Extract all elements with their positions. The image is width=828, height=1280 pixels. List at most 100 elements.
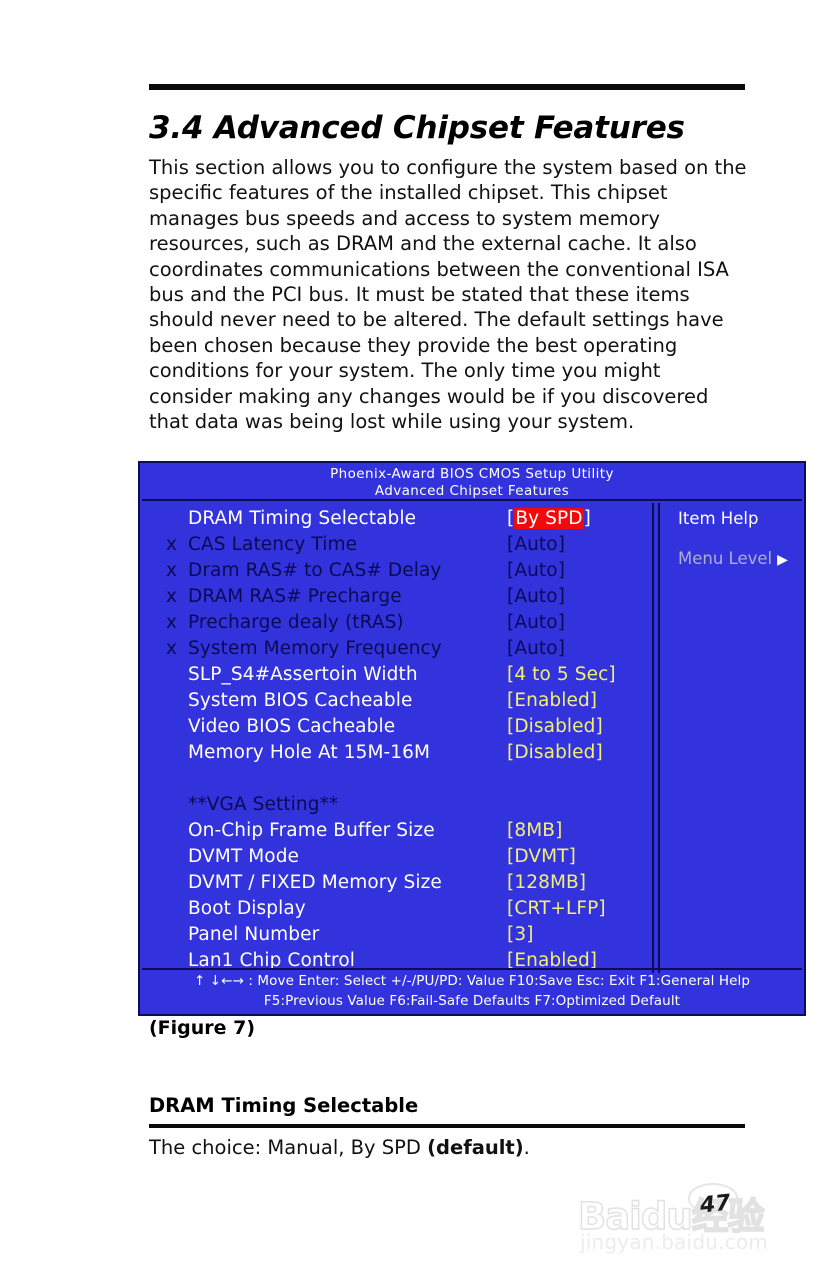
value-text: 128MB [514,872,579,893]
value-bracket-close: ] [583,508,591,529]
bios-settings-list: DRAM Timing Selectable [By SPD] x CAS Laten… [142,506,654,974]
bios-setting-row[interactable]: Memory Hole At 15M-16M [Disabled] [142,740,654,766]
value-text: DVMT [514,846,569,867]
value-text: Disabled [514,742,596,763]
bios-setting-value[interactable]: [Disabled] [507,714,603,740]
bios-key-legend: ↑ ↓←→ : Move Enter: Select +/-/PU/PD: Va… [142,968,802,1012]
bios-setting-value[interactable]: [3] [507,922,534,948]
bios-settings-panel: DRAM Timing Selectable [By SPD] x CAS Laten… [142,503,654,973]
bios-setting-value[interactable]: [Auto] [507,610,565,636]
value-bracket-close: ] [598,898,606,919]
section-heading-divider [149,1124,745,1128]
key-legend-line-2: F5:Previous Value F6:Fail-Safe Defaults … [263,993,681,1009]
value-bracket-close: ] [557,560,566,581]
section-heading: DRAM Timing Selectable [149,1094,419,1117]
bios-setting-value[interactable]: [128MB] [507,870,586,896]
bios-setting-label: System Memory Frequency [188,638,442,659]
value-text: Auto [514,534,558,555]
bios-setting-label: On-Chip Frame Buffer Size [188,820,435,841]
value-bracket-close: ] [557,534,566,555]
bios-setup-screen: Phoenix-Award BIOS CMOS Setup Utility Ad… [138,461,806,1016]
triangle-right-icon: ▶ [777,552,788,568]
bios-setting-value[interactable]: [By SPD] [507,506,591,532]
bios-setting-label: Video BIOS Cacheable [188,716,396,737]
bios-setting-value[interactable]: [DVMT] [507,844,576,870]
bios-setting-label: DVMT / FIXED Memory Size [188,872,442,893]
bios-setting-row[interactable]: x Dram RAS# to CAS# Delay [Auto] [142,558,654,584]
value-text: Auto [514,560,558,581]
page-number: 47 [698,1190,732,1219]
bios-setting-label: DVMT Mode [188,846,300,867]
bios-setting-label: SLP_S4#Assertoin Width [188,664,418,685]
bios-setting-value[interactable]: [4 to 5 Sec] [507,662,616,688]
disabled-marker: x [166,612,177,633]
value-bracket-close: ] [589,690,598,711]
bios-setting-label: CAS Latency Time [188,534,358,555]
value-bracket-close: ] [557,612,566,633]
bios-setting-value[interactable]: [Auto] [507,558,565,584]
key-legend-line-1: ↑ ↓←→ : Move Enter: Select +/-/PU/PD: Va… [193,973,751,989]
bios-setting-row[interactable]: Video BIOS Cacheable [Disabled] [142,714,654,740]
disabled-marker: x [166,560,177,581]
bios-titlebar: Phoenix-Award BIOS CMOS Setup Utility Ad… [142,465,802,501]
bios-setting-value[interactable]: [Disabled] [507,740,603,766]
disabled-marker: x [166,534,177,555]
bios-setting-row[interactable]: x DRAM RAS# Precharge [Auto] [142,584,654,610]
bios-setting-value[interactable]: [Auto] [507,532,565,558]
bios-setting-label: Precharge dealy (tRAS) [188,612,404,633]
bios-setting-value[interactable]: [8MB] [507,818,562,844]
disabled-marker: x [166,638,177,659]
bios-setting-value[interactable]: [Auto] [507,636,565,662]
value-text: Auto [514,586,558,607]
value-bracket-close: ] [595,716,603,737]
item-help-title: Item Help [678,509,759,528]
value-text: Auto [514,612,558,633]
bios-item-help-panel: Item Help Menu Level ▶ [658,503,802,973]
page-title: 3.4 Advanced Chipset Features [149,110,685,146]
section-body-suffix: . [523,1136,530,1159]
value-text: 4 to 5 Sec [514,664,609,685]
bios-row-spacer [142,766,654,792]
value-bracket-close: ] [526,924,534,945]
bios-setting-row[interactable]: x CAS Latency Time [Auto] [142,532,654,558]
bios-setting-value[interactable]: [Enabled] [507,688,597,714]
value-text: Disabled [514,716,596,737]
value-text: 3 [514,924,527,945]
value-bracket-close: ] [578,872,587,893]
bios-setting-row[interactable]: x System Memory Frequency [Auto] [142,636,654,662]
bios-setting-row[interactable]: DVMT / FIXED Memory Size [128MB] [142,870,654,896]
bios-setting-row[interactable]: **VGA Setting** [142,792,654,818]
document-page: 3.4 Advanced Chipset Features This secti… [0,0,828,1280]
bios-setting-row[interactable]: On-Chip Frame Buffer Size [8MB] [142,818,654,844]
bios-setting-label: Panel Number [188,924,320,945]
menu-level-row: Menu Level ▶ [678,549,788,568]
section-body-bold: (default) [427,1136,524,1159]
bios-setting-row[interactable]: System BIOS Cacheable [Enabled] [142,688,654,714]
value-bracket-close: ] [608,664,616,685]
watermark-url-text: jingyan.baidu.com [580,1230,768,1254]
value-text: 8MB [514,820,556,841]
disabled-marker: x [166,586,177,607]
bios-setting-row[interactable]: DRAM Timing Selectable [By SPD] [142,506,654,532]
value-bracket-close: ] [595,742,603,763]
value-text: By SPD [514,508,584,529]
bios-setting-row[interactable]: DVMT Mode [DVMT] [142,844,654,870]
top-divider [149,84,745,90]
bios-setting-label: Dram RAS# to CAS# Delay [188,560,442,581]
bios-setting-row[interactable]: SLP_S4#Assertoin Width [4 to 5 Sec] [142,662,654,688]
bios-setting-row[interactable]: x Precharge dealy (tRAS) [Auto] [142,610,654,636]
value-bracket-close: ] [555,820,563,841]
baidu-watermark: Baidu经验 jingyan.baidu.com [577,1183,814,1264]
watermark-main-text: Baidu经验 [577,1194,765,1239]
value-text: Auto [514,638,558,659]
section-body-prefix: The choice: Manual, By SPD [149,1136,428,1159]
bios-setting-value[interactable]: [Auto] [507,584,565,610]
menu-level-label: Menu Level [678,549,773,568]
bios-setting-value[interactable]: [CRT+LFP] [507,896,606,922]
bios-setting-row[interactable]: Boot Display [CRT+LFP] [142,896,654,922]
bios-setting-row[interactable]: Panel Number [3] [142,922,654,948]
bios-setting-label: Boot Display [188,898,306,919]
bios-setting-label: DRAM RAS# Precharge [188,586,402,607]
bios-setting-label: DRAM Timing Selectable [188,508,417,529]
bios-setting-label: **VGA Setting** [188,794,339,815]
